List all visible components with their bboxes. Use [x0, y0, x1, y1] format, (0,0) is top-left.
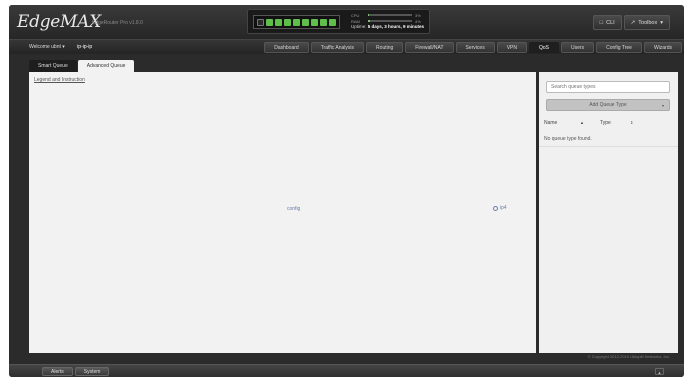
ram-bar-fill	[368, 20, 370, 22]
queue-node-label: ip4	[500, 205, 507, 211]
tab-advanced-queue[interactable]: Advanced Queue	[77, 60, 135, 72]
welcome-menu[interactable]: Welcome ubnt ▾ ip-ip-ip	[29, 44, 92, 50]
tab-smart-queue[interactable]: Smart Queue	[29, 60, 77, 72]
port-indicator	[320, 18, 327, 26]
uptime-label: Uptime:	[351, 24, 367, 29]
toolbox-label: Toolbox	[638, 19, 658, 26]
app-window: EdgeMAX EdgeRouter Pro v1.8.0 CPU 3% RAM…	[9, 5, 684, 377]
port-indicator	[275, 18, 282, 26]
port-indicator	[257, 18, 264, 26]
port-indicator	[329, 18, 336, 26]
bottom-bar: Alerts System ▲	[9, 364, 684, 377]
node-circle-icon	[493, 205, 498, 211]
nav-tabs: Dashboard Traffic Analysis Routing Firewall…	[264, 42, 682, 53]
sort-icon[interactable]: ⇕	[630, 120, 633, 125]
add-queue-type-button[interactable]: Add Queue Type ▾	[546, 99, 670, 111]
system-button[interactable]: System	[74, 367, 110, 376]
brand-logo[interactable]: EdgeMAX	[17, 12, 101, 32]
table-header: Name ▲ Type ⇕	[539, 117, 678, 129]
tab-wizards[interactable]: Wizards	[643, 42, 682, 53]
top-header: EdgeMAX EdgeRouter Pro v1.8.0 CPU 3% RAM…	[9, 5, 684, 39]
chevron-down-icon: ▾	[660, 19, 663, 26]
port-indicator	[266, 18, 273, 26]
port-indicator	[302, 18, 309, 26]
cpu-label: CPU	[351, 12, 360, 18]
tab-dashboard[interactable]: Dashboard	[264, 42, 309, 53]
queue-types-panel: Add Queue Type ▾ Name ▲ Type ⇕ No queue …	[539, 72, 678, 353]
resource-stats: CPU 3% RAM 4% Uptime: 5 days, 3 hours, 9…	[351, 12, 427, 30]
queue-node[interactable]: ip4	[493, 205, 507, 211]
cli-label: CLI	[606, 19, 615, 26]
alerts-button[interactable]: Alerts	[42, 367, 73, 376]
search-input[interactable]	[546, 81, 670, 93]
empty-message: No queue type found.	[544, 136, 592, 142]
cpu-bar	[368, 14, 412, 16]
wrench-icon: ↗	[630, 19, 636, 26]
port-indicator	[284, 18, 291, 26]
router-model: EdgeRouter Pro v1.8.0	[92, 20, 143, 26]
cpu-bar-fill	[368, 14, 370, 16]
divider	[539, 146, 678, 147]
toolbox-button[interactable]: ↗ Toolbox ▾	[623, 15, 670, 30]
port-indicator	[293, 18, 300, 26]
add-queue-type-label: Add Queue Type	[589, 102, 627, 108]
tab-vpn[interactable]: VPN	[496, 42, 527, 53]
uptime: Uptime: 5 days, 3 hours, 9 minutes	[351, 24, 427, 29]
sort-icon[interactable]: ▲	[580, 120, 584, 125]
tab-qos[interactable]: QoS	[529, 42, 560, 53]
welcome-text: Welcome ubnt	[29, 44, 61, 50]
queue-node-label: config	[287, 206, 301, 212]
column-type[interactable]: Type	[600, 120, 611, 126]
chevron-down-icon: ▾	[661, 103, 664, 108]
cpu-percent: 3%	[415, 12, 421, 18]
tab-traffic-analysis[interactable]: Traffic Analysis	[310, 42, 365, 53]
tab-routing[interactable]: Routing	[366, 42, 404, 53]
qos-subtabs: Smart Queue Advanced Queue	[29, 60, 135, 72]
tab-services[interactable]: Services	[455, 42, 495, 53]
chevron-down-icon: ▾	[62, 44, 65, 50]
tab-users[interactable]: Users	[561, 42, 595, 53]
queue-tree-canvas[interactable]: Legend and Instruction config ip4	[29, 72, 536, 353]
header-actions: □ CLI ↗ Toolbox ▾	[592, 15, 670, 30]
ram-label: RAM	[351, 18, 360, 24]
port-status	[253, 15, 340, 29]
ram-percent: 4%	[415, 18, 421, 24]
tab-config-tree[interactable]: Config Tree	[596, 42, 642, 53]
port-indicator	[311, 18, 318, 26]
copyright: © Copyright 2012-2015 Ubiquiti Networks,…	[587, 354, 670, 359]
system-status-panel: CPU 3% RAM 4% Uptime: 5 days, 3 hours, 9…	[247, 9, 430, 34]
main-nav: Welcome ubnt ▾ ip-ip-ip Dashboard Traffic…	[9, 39, 684, 54]
tab-firewall-nat[interactable]: Firewall/NAT	[405, 42, 454, 53]
cli-button[interactable]: □ CLI	[592, 15, 622, 30]
terminal-icon: □	[599, 19, 604, 26]
ram-bar	[368, 20, 412, 22]
queue-node[interactable]: config	[287, 206, 300, 212]
collapse-icon[interactable]: ▲	[655, 368, 664, 375]
legend-link[interactable]: Legend and Instruction	[34, 77, 85, 83]
uptime-value: 5 days, 3 hours, 9 minutes	[367, 24, 425, 29]
bottom-buttons: Alerts System	[42, 367, 110, 376]
hostname: ip-ip-ip	[77, 44, 93, 50]
column-name[interactable]: Name	[544, 120, 557, 126]
